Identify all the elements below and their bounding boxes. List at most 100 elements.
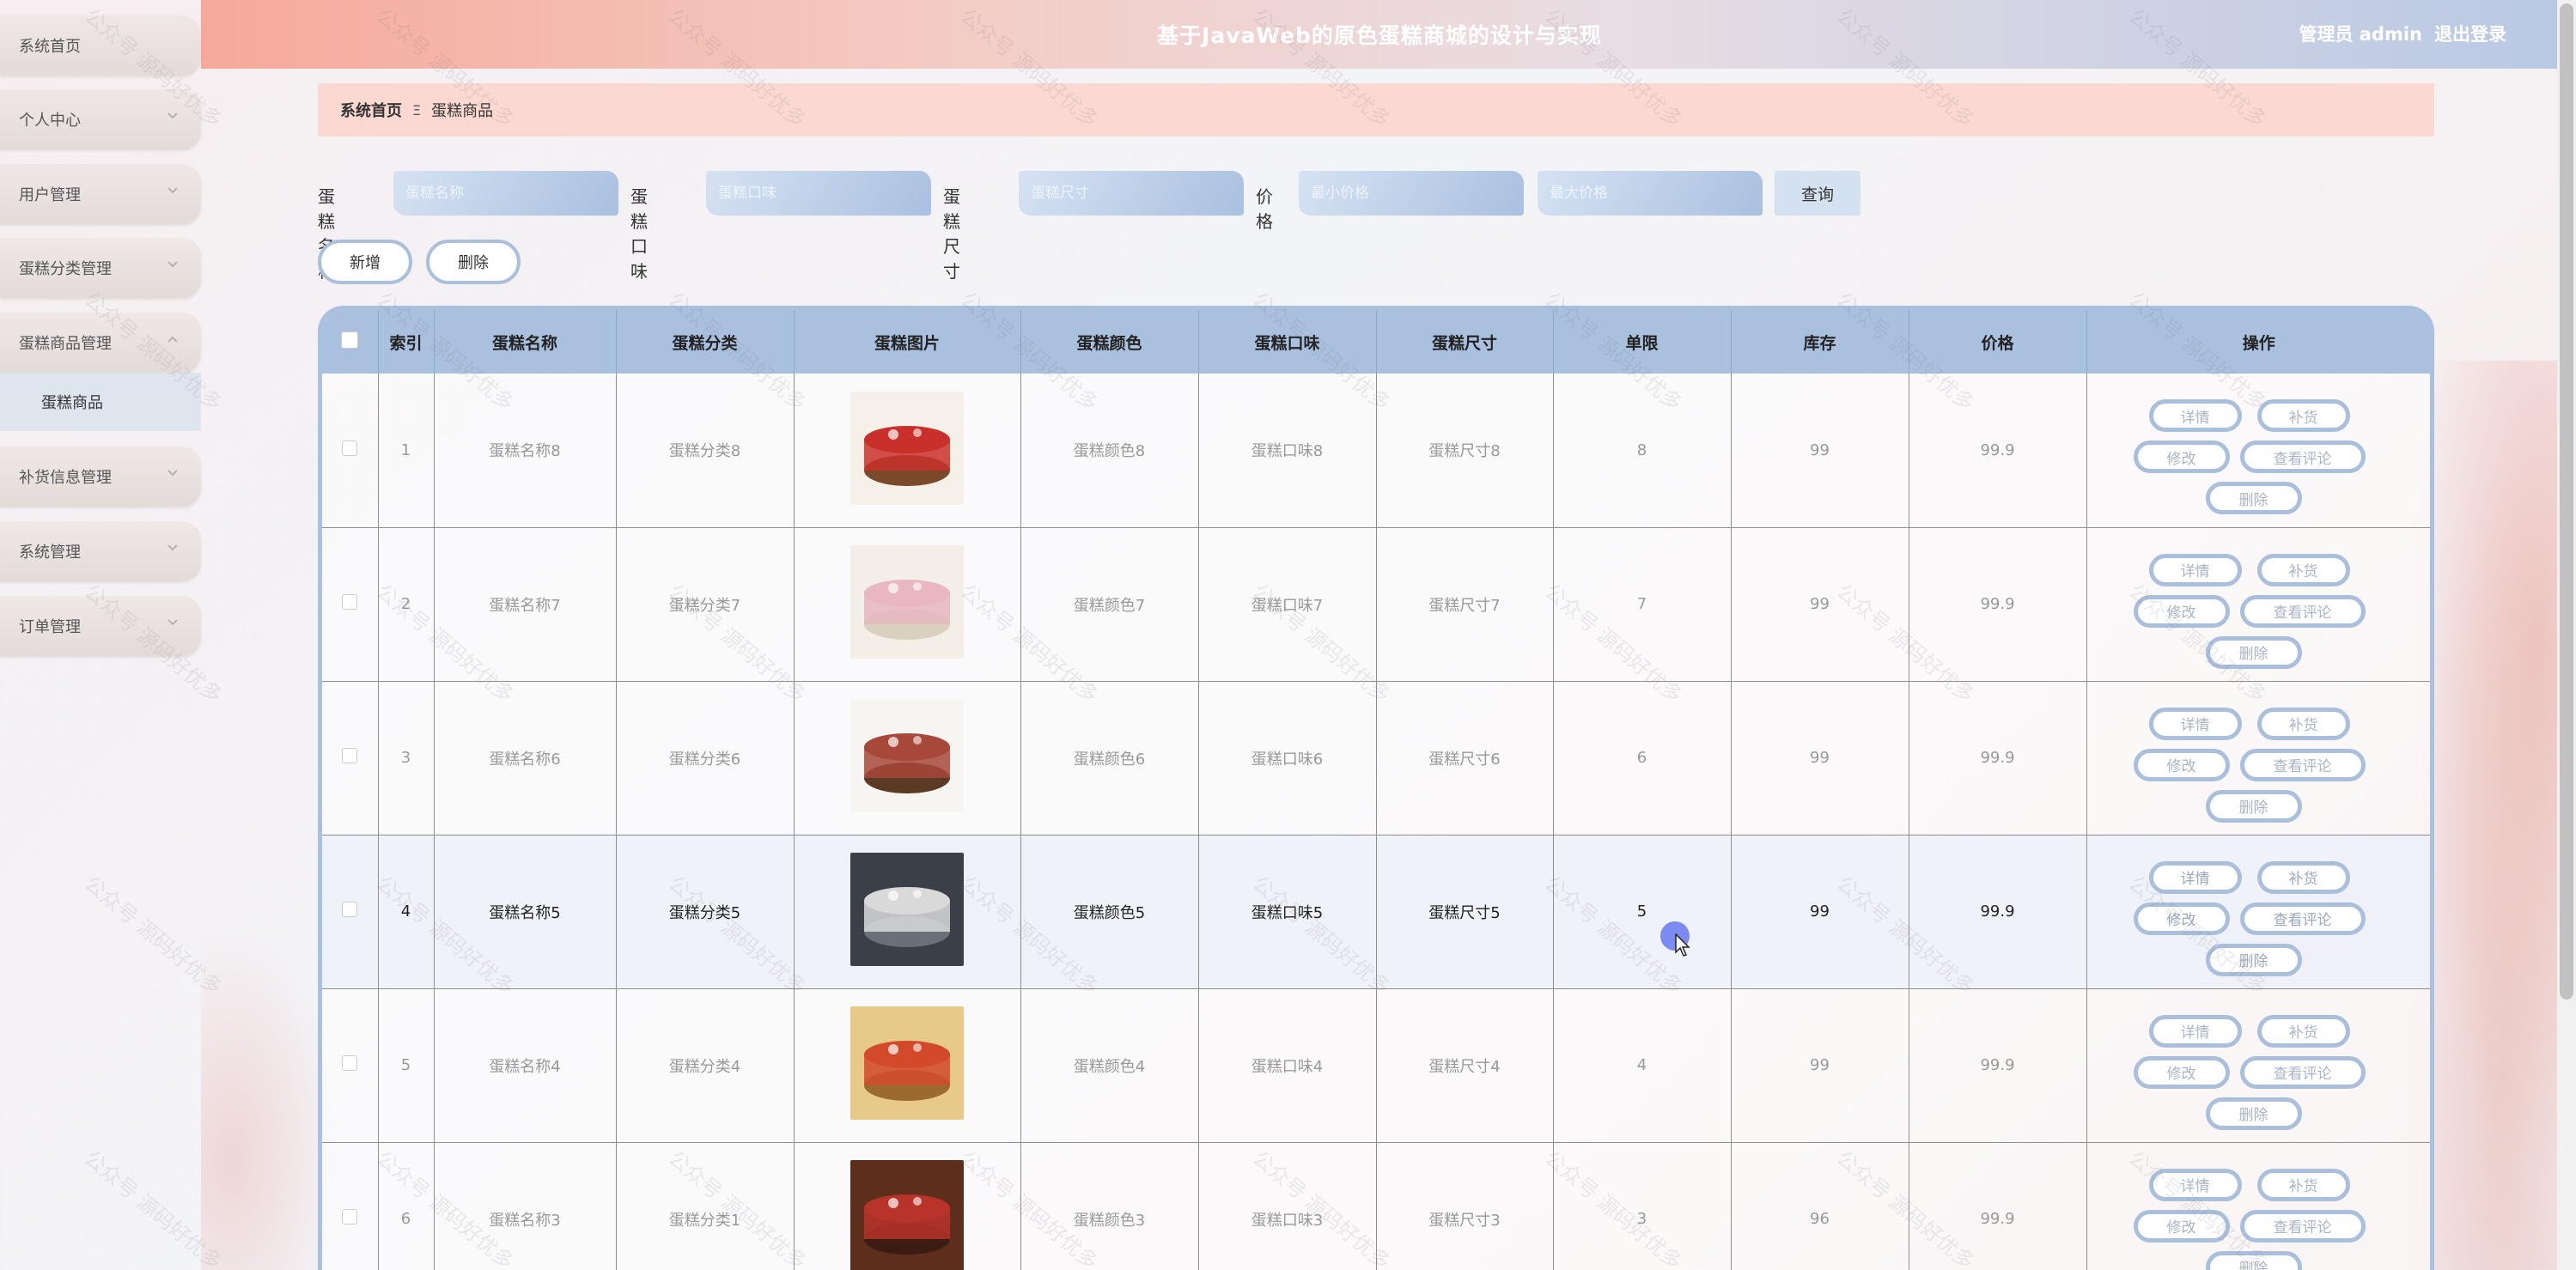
sidebar-subitem-cake-products[interactable]: 蛋糕商品 bbox=[0, 373, 201, 431]
view-reviews-button[interactable]: 查看评论 bbox=[2239, 1055, 2366, 1089]
category-cell: 蛋糕分类6 bbox=[616, 681, 795, 835]
color-cell: 蛋糕颜色3 bbox=[1020, 1142, 1199, 1270]
row-delete-button[interactable]: 删除 bbox=[2205, 635, 2302, 669]
cake-image bbox=[850, 699, 964, 812]
sidebar-item-personal-center[interactable]: 个人中心 bbox=[0, 89, 201, 149]
operations-cell: 详情 补货 修改 查看评论删除 bbox=[2086, 527, 2430, 681]
cake-size-input[interactable] bbox=[1019, 171, 1244, 216]
column-header: 蛋糕口味 bbox=[1198, 310, 1377, 374]
operations-cell: 详情 补货 修改 查看评论删除 bbox=[2086, 835, 2430, 988]
row-checkbox[interactable] bbox=[342, 1055, 358, 1071]
edit-button[interactable]: 修改 bbox=[2133, 902, 2230, 935]
column-header: 操作 bbox=[2242, 333, 2275, 353]
row-checkbox[interactable] bbox=[342, 594, 358, 610]
category-cell: 蛋糕分类1 bbox=[616, 1142, 795, 1270]
row-delete-button[interactable]: 删除 bbox=[2205, 943, 2302, 976]
table-header-row: 索引 蛋糕名称 蛋糕分类 蛋糕图片 蛋糕颜色 蛋糕口味 蛋糕尺寸 单限 库存 价… bbox=[322, 310, 2430, 374]
logout-link[interactable]: 退出登录 bbox=[2434, 21, 2506, 46]
min-price-input[interactable] bbox=[1299, 171, 1524, 216]
edit-button[interactable]: 修改 bbox=[2133, 441, 2230, 474]
flavor-cell: 蛋糕口味5 bbox=[1198, 835, 1377, 988]
view-reviews-button[interactable]: 查看评论 bbox=[2239, 1209, 2366, 1243]
row-select-cell[interactable] bbox=[322, 681, 379, 835]
row-select-cell[interactable] bbox=[322, 374, 379, 527]
breadcrumb: 系统首页 Ξ 蛋糕商品 bbox=[318, 83, 2434, 137]
edit-button[interactable]: 修改 bbox=[2133, 1055, 2230, 1089]
sidebar-item-label: 订单管理 bbox=[19, 618, 81, 636]
operations-cell: 详情 补货 修改 查看评论删除 bbox=[2086, 374, 2430, 527]
detail-button[interactable]: 详情 bbox=[2148, 1168, 2242, 1201]
flavor-cell: 蛋糕口味4 bbox=[1198, 988, 1377, 1142]
sidebar-item-user-management[interactable]: 用户管理 bbox=[0, 164, 201, 224]
color-cell: 蛋糕颜色8 bbox=[1020, 374, 1199, 527]
size-cell: 蛋糕尺寸5 bbox=[1376, 835, 1554, 988]
page-scrollbar[interactable] bbox=[2557, 0, 2576, 1270]
price-label: 价格 bbox=[1256, 186, 1273, 232]
chevron-down-icon bbox=[167, 187, 178, 194]
row-checkbox[interactable] bbox=[342, 748, 358, 763]
select-all-checkbox[interactable] bbox=[341, 331, 359, 349]
sidebar-item-order-management[interactable]: 订单管理 bbox=[0, 596, 201, 656]
sidebar-item-label: 蛋糕商品管理 bbox=[19, 335, 112, 353]
breadcrumb-home[interactable]: 系统首页 bbox=[340, 99, 402, 121]
detail-button[interactable]: 详情 bbox=[2148, 707, 2242, 740]
row-delete-button[interactable]: 删除 bbox=[2205, 1250, 2302, 1270]
edit-button[interactable]: 修改 bbox=[2133, 594, 2230, 628]
sidebar-item-restock-management[interactable]: 补货信息管理 bbox=[0, 447, 201, 507]
sidebar-item-system-management[interactable]: 系统管理 bbox=[0, 521, 201, 581]
restock-button[interactable]: 补货 bbox=[2256, 707, 2350, 740]
row-checkbox[interactable] bbox=[342, 902, 358, 917]
column-header: 库存 bbox=[1731, 310, 1909, 374]
image-cell bbox=[794, 374, 1021, 527]
color-cell: 蛋糕颜色7 bbox=[1020, 527, 1199, 681]
flavor-cell: 蛋糕口味6 bbox=[1198, 681, 1377, 835]
cake-name-input[interactable] bbox=[393, 171, 618, 216]
row-select-cell[interactable] bbox=[322, 988, 379, 1142]
delete-button[interactable]: 删除 bbox=[426, 240, 521, 284]
flavor-cell: 蛋糕口味7 bbox=[1198, 527, 1377, 681]
view-reviews-button[interactable]: 查看评论 bbox=[2239, 594, 2366, 628]
price-cell: 99.9 bbox=[1909, 374, 2087, 527]
row-checkbox[interactable] bbox=[342, 440, 358, 456]
mouse-cursor-icon bbox=[1675, 933, 1690, 957]
edit-button[interactable]: 修改 bbox=[2133, 1209, 2230, 1243]
row-select-cell[interactable] bbox=[322, 527, 379, 681]
detail-button[interactable]: 详情 bbox=[2148, 399, 2242, 433]
query-button[interactable]: 查询 bbox=[1775, 171, 1860, 216]
row-delete-button[interactable]: 删除 bbox=[2205, 1097, 2302, 1130]
add-button[interactable]: 新增 bbox=[318, 240, 412, 284]
view-reviews-button[interactable]: 查看评论 bbox=[2239, 748, 2366, 781]
detail-button[interactable]: 详情 bbox=[2148, 860, 2242, 894]
table-row: 2 蛋糕名称7 蛋糕分类7 蛋糕颜色7 蛋糕口味7 蛋糕尺寸7 7 99 99.9 详情 补货 修改查… bbox=[322, 527, 2430, 681]
column-header: 单限 bbox=[1553, 310, 1732, 374]
row-select-cell[interactable] bbox=[322, 1142, 379, 1270]
sidebar-item-category-management[interactable]: 蛋糕分类管理 bbox=[0, 238, 201, 298]
detail-button[interactable]: 详情 bbox=[2148, 1014, 2242, 1048]
row-select-cell[interactable] bbox=[322, 835, 379, 988]
row-delete-button[interactable]: 删除 bbox=[2205, 789, 2302, 823]
sidebar-item-product-management[interactable]: 蛋糕商品管理 bbox=[0, 313, 201, 373]
color-cell: 蛋糕颜色5 bbox=[1020, 835, 1199, 988]
cake-image bbox=[850, 1160, 964, 1270]
index-cell: 5 bbox=[378, 988, 435, 1142]
select-all-cell[interactable] bbox=[322, 310, 379, 374]
cake-flavor-input[interactable] bbox=[706, 171, 931, 216]
row-checkbox[interactable] bbox=[342, 1209, 358, 1224]
cake-image bbox=[850, 545, 964, 659]
max-price-input[interactable] bbox=[1538, 171, 1763, 216]
restock-button[interactable]: 补货 bbox=[2256, 1168, 2350, 1201]
table-row: 5 蛋糕名称4 蛋糕分类4 蛋糕颜色4 蛋糕口味4 蛋糕尺寸4 4 99 99.9 详情 补货 修改查… bbox=[322, 988, 2430, 1142]
edit-button[interactable]: 修改 bbox=[2133, 748, 2230, 781]
row-delete-button[interactable]: 删除 bbox=[2205, 482, 2302, 515]
image-cell bbox=[794, 835, 1021, 988]
operations-cell: 详情 补货 修改 查看评论删除 bbox=[2086, 1142, 2430, 1270]
view-reviews-button[interactable]: 查看评论 bbox=[2239, 902, 2366, 935]
restock-button[interactable]: 补货 bbox=[2256, 1014, 2350, 1048]
restock-button[interactable]: 补货 bbox=[2256, 553, 2350, 586]
restock-button[interactable]: 补货 bbox=[2256, 860, 2350, 894]
scrollbar-thumb[interactable] bbox=[2560, 3, 2573, 1000]
detail-button[interactable]: 详情 bbox=[2148, 553, 2242, 586]
restock-button[interactable]: 补货 bbox=[2256, 399, 2350, 433]
view-reviews-button[interactable]: 查看评论 bbox=[2239, 441, 2366, 474]
sidebar-item-home[interactable]: 系统首页 bbox=[0, 15, 201, 76]
